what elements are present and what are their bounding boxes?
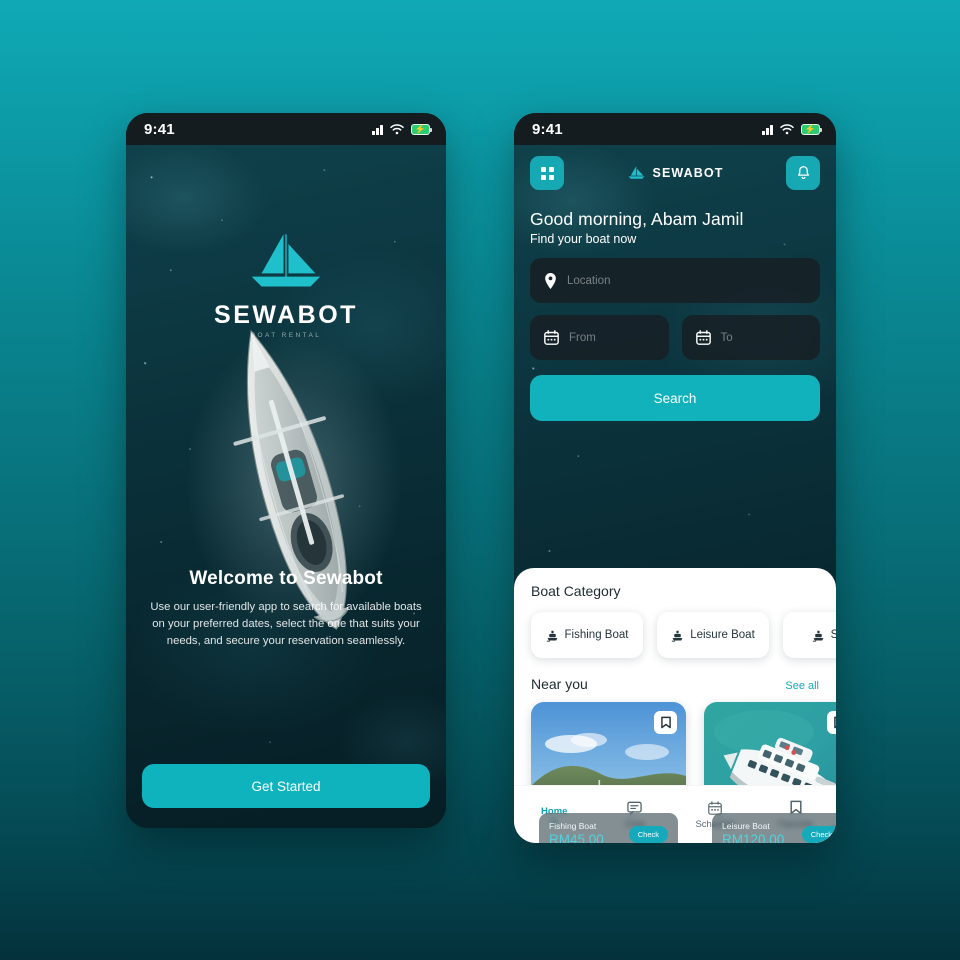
boat-card-name: Fishing Boat <box>549 821 597 831</box>
status-icons: ⚡ <box>372 123 432 135</box>
boat-card-name: Leisure Boat <box>722 821 770 831</box>
brand-name: SEWABOT <box>652 166 724 180</box>
status-time: 9:41 <box>144 120 175 138</box>
notification-button[interactable] <box>786 156 820 190</box>
welcome-title: Welcome to Sewabot <box>189 568 383 589</box>
location-placeholder: Location <box>567 274 611 287</box>
bookmark-button[interactable] <box>827 711 836 734</box>
from-date-input[interactable]: From <box>530 315 669 360</box>
category-chip-leisure-boat[interactable]: Leisure Boat <box>657 612 769 658</box>
date-range-row: From To <box>530 303 820 360</box>
status-time: 9:41 <box>532 120 563 138</box>
bookmark-icon <box>660 716 671 729</box>
battery-bolt-glyph: ⚡ <box>804 123 817 134</box>
logo-tagline: BOAT RENTAL <box>250 332 322 339</box>
boat-card-texts: Leisure Boat RM120.00 <box>722 821 784 843</box>
poster-canvas: 9:41 ⚡ SEWABOT BOAT RENTAL Welcome to Se… <box>0 0 960 960</box>
wifi-icon <box>780 123 794 134</box>
boat-card-caption: Fishing Boat RM45.00 Check <box>539 813 678 843</box>
app-logo: SEWABOT BOAT RENTAL <box>214 231 358 339</box>
to-date-input[interactable]: To <box>681 315 820 360</box>
boat-card-caption: Leisure Boat RM120.00 Check <box>712 813 836 843</box>
boat-icon <box>812 630 823 642</box>
map-pin-icon <box>545 272 556 289</box>
boat-card-list[interactable]: Fishing Boat RM45.00 Check Leisure Boat … <box>514 692 836 843</box>
welcome-description: Use our user-friendly app to search for … <box>150 601 422 648</box>
brand-logo: SEWABOT <box>627 165 724 181</box>
splash-screen: 9:41 ⚡ SEWABOT BOAT RENTAL Welcome to Se… <box>126 113 446 828</box>
category-chip-label: Leisure Boat <box>690 629 755 641</box>
sailboat-logo-icon <box>251 234 321 287</box>
status-bar: 9:41 ⚡ <box>514 113 836 145</box>
location-input[interactable]: Location <box>530 258 820 303</box>
calendar-icon <box>544 330 559 345</box>
battery-bolt-glyph: ⚡ <box>414 123 427 134</box>
boat-category-title: Boat Category <box>531 583 621 599</box>
boat-icon <box>671 630 683 642</box>
greeting-title: Good morning, Abam Jamil <box>530 209 744 229</box>
boat-card-price: RM120.00 <box>722 832 785 843</box>
sailboat-logo-icon <box>628 166 645 179</box>
category-chip-list[interactable]: Fishing Boat Leisure Boat S <box>514 599 836 658</box>
phone-home-screen: 9:41 ⚡ SEWABOT Good morning, Abam Jamil … <box>514 113 836 843</box>
category-chip-label: Fishing Boat <box>564 629 629 641</box>
get-started-button[interactable]: Get Started <box>142 764 430 808</box>
category-chip-label: Sunset <box>830 629 836 641</box>
welcome-block: Welcome to Sewabot Use our user-friendly… <box>126 568 446 650</box>
greeting-subtitle: Find your boat now <box>530 232 637 246</box>
home-screen: 9:41 ⚡ SEWABOT Good morning, Abam Jamil … <box>514 113 836 843</box>
boat-card[interactable]: Fishing Boat RM45.00 Check <box>531 702 686 843</box>
bookmark-icon <box>833 716 836 729</box>
content-sheet: Boat Category Fishing Boat Leisure Boat … <box>514 568 836 843</box>
see-all-link[interactable]: See all <box>785 680 819 692</box>
check-button[interactable]: Check <box>801 825 836 843</box>
status-icons: ⚡ <box>762 123 822 135</box>
category-chip-sunset[interactable]: Sunset <box>783 612 836 658</box>
wifi-icon <box>390 123 404 134</box>
splash-content: SEWABOT BOAT RENTAL <box>126 145 446 828</box>
near-you-title: Near you <box>531 676 588 692</box>
greeting-block: Good morning, Abam Jamil Find your boat … <box>530 209 820 246</box>
boat-card[interactable]: Leisure Boat RM120.00 Check <box>704 702 836 843</box>
battery-charging-icon: ⚡ <box>801 123 822 135</box>
bell-icon <box>797 165 809 180</box>
boat-card-texts: Fishing Boat RM45.00 <box>549 821 604 843</box>
check-button[interactable]: Check <box>628 825 668 843</box>
boat-card-price: RM45.00 <box>549 832 604 843</box>
category-chip-fishing-boat[interactable]: Fishing Boat <box>531 612 643 658</box>
search-button[interactable]: Search <box>530 375 820 421</box>
grid-menu-button[interactable] <box>530 156 564 190</box>
battery-charging-icon: ⚡ <box>411 123 432 135</box>
near-you-header: Near you See all <box>514 658 836 692</box>
signal-bars-icon <box>372 124 383 135</box>
sheet-inner: Boat Category Fishing Boat Leisure Boat … <box>514 568 836 843</box>
bookmark-button[interactable] <box>654 711 677 734</box>
logo-wordmark: SEWABOT <box>214 301 358 329</box>
grid-menu-icon <box>540 166 554 180</box>
home-header-area: SEWABOT Good morning, Abam Jamil Find yo… <box>514 145 836 421</box>
boat-icon <box>546 630 557 642</box>
status-bar: 9:41 ⚡ <box>126 113 446 145</box>
from-placeholder: From <box>569 331 596 344</box>
signal-bars-icon <box>762 124 773 135</box>
to-placeholder: To <box>720 331 733 344</box>
app-bar: SEWABOT <box>530 153 820 193</box>
phone-splash-screen: 9:41 ⚡ SEWABOT BOAT RENTAL Welcome to Se… <box>126 113 446 828</box>
calendar-icon <box>695 330 711 345</box>
